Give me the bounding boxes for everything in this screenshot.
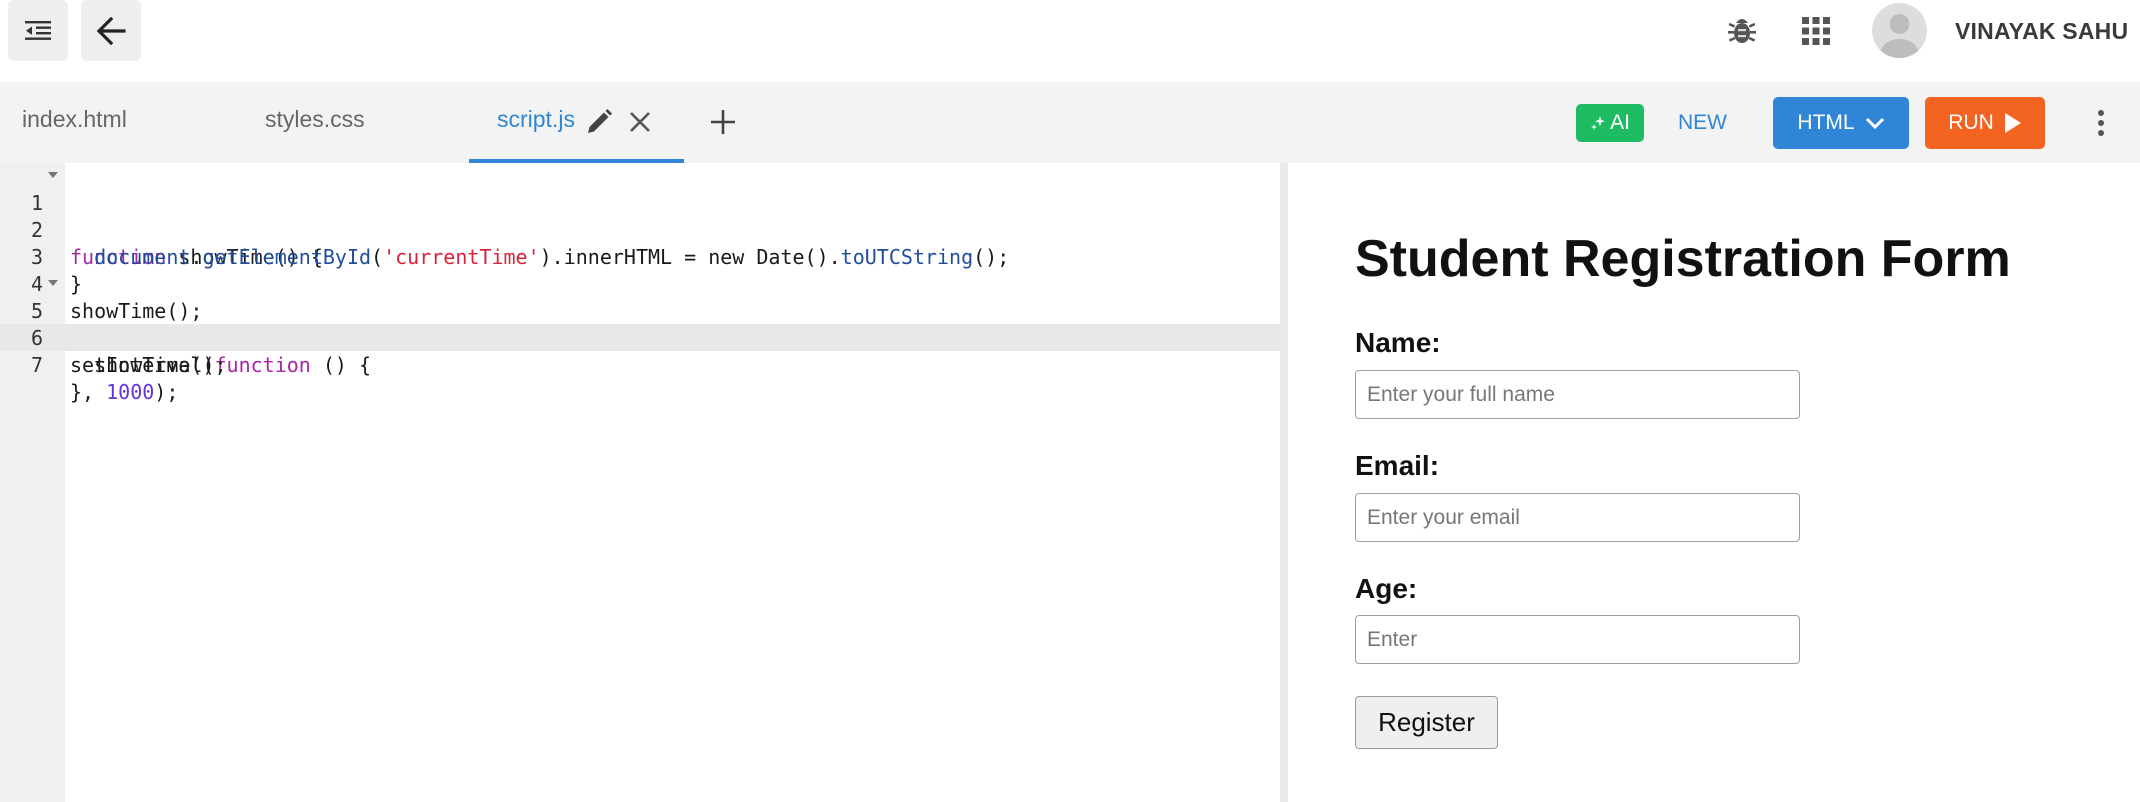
code-line[interactable]: 6 showTime(); <box>0 298 1280 377</box>
line-number: 7 <box>30 353 43 377</box>
code-line[interactable]: 2 document.getElementById('currentTime')… <box>0 190 1280 269</box>
register-button[interactable]: Register <box>1355 696 1498 749</box>
back-button[interactable] <box>81 0 141 61</box>
preview-pane: Student Registration Form Name: Email: A… <box>1288 163 2140 802</box>
new-button[interactable]: NEW <box>1678 111 1727 135</box>
avatar[interactable] <box>1872 3 1927 58</box>
email-input[interactable] <box>1355 493 1800 542</box>
fold-arrow-icon[interactable] <box>48 280 58 286</box>
sparkle-icon <box>1591 116 1606 130</box>
language-label: HTML <box>1797 111 1855 134</box>
bug-report-button[interactable] <box>1723 12 1761 50</box>
code-text: showTime(); <box>70 353 227 377</box>
run-label: RUN <box>1948 111 1994 134</box>
code-token: () { <box>310 353 372 377</box>
menu-indent-icon <box>25 20 51 40</box>
more-options-button[interactable] <box>2086 108 2116 138</box>
age-label: Age: <box>1355 573 1418 604</box>
email-label: Email: <box>1355 450 1440 481</box>
pane-resize-handle[interactable] <box>1280 163 1288 802</box>
code-line[interactable]: 5 setInterval(function () { <box>0 271 1280 377</box>
fold-arrow-icon[interactable] <box>48 172 58 178</box>
age-input[interactable] <box>1355 615 1800 664</box>
ai-button-label: AI <box>1610 111 1630 134</box>
name-label: Name: <box>1355 327 1441 358</box>
add-tab-button[interactable] <box>708 107 738 137</box>
apps-button[interactable] <box>1797 12 1835 50</box>
code-line[interactable]: 7 }, 1000); <box>0 325 1280 404</box>
play-icon <box>2004 113 2021 133</box>
rename-tab-button[interactable] <box>585 108 613 136</box>
form-title: Student Registration Form <box>1355 230 2011 288</box>
bug-icon <box>1728 19 1756 43</box>
code-line[interactable]: 1 function showTime() { <box>0 163 1280 269</box>
code-line[interactable]: 3 } <box>0 217 1280 296</box>
ai-button[interactable]: AI <box>1576 104 1644 142</box>
tab-script-js[interactable]: script.js <box>497 106 575 133</box>
code-token: ); <box>154 380 179 404</box>
code-text: }, 1000); <box>70 379 178 406</box>
tab-index-html[interactable]: index.html <box>22 106 127 133</box>
language-select-button[interactable]: HTML <box>1773 97 1909 149</box>
back-arrow-icon <box>96 16 126 45</box>
more-vertical-icon <box>2098 110 2104 136</box>
code-token: }, <box>70 380 107 404</box>
name-input[interactable] <box>1355 370 1800 419</box>
plus-icon <box>711 110 735 134</box>
chevron-down-icon <box>1865 117 1884 130</box>
code-token: 1000 <box>106 380 155 404</box>
code-token: function <box>214 353 311 377</box>
top-bar: VINAYAK SAHU <box>0 0 2140 82</box>
apps-grid-icon <box>1802 17 1830 45</box>
pencil-icon <box>588 109 612 133</box>
close-icon <box>630 112 650 132</box>
code-editor[interactable]: 1 function showTime() { 2 document.getEl… <box>0 163 1280 802</box>
avatar-icon <box>1880 14 1919 58</box>
sidebar-toggle-button[interactable] <box>8 0 68 61</box>
tab-styles-css[interactable]: styles.css <box>265 106 365 133</box>
run-button[interactable]: RUN <box>1925 97 2045 149</box>
code-line[interactable]: 4 showTime(); <box>0 244 1280 323</box>
file-tab-bar: index.html styles.css script.js AI NEW H… <box>0 82 2140 163</box>
close-tab-button[interactable] <box>627 109 653 135</box>
username[interactable]: VINAYAK SAHU <box>1955 18 2128 45</box>
